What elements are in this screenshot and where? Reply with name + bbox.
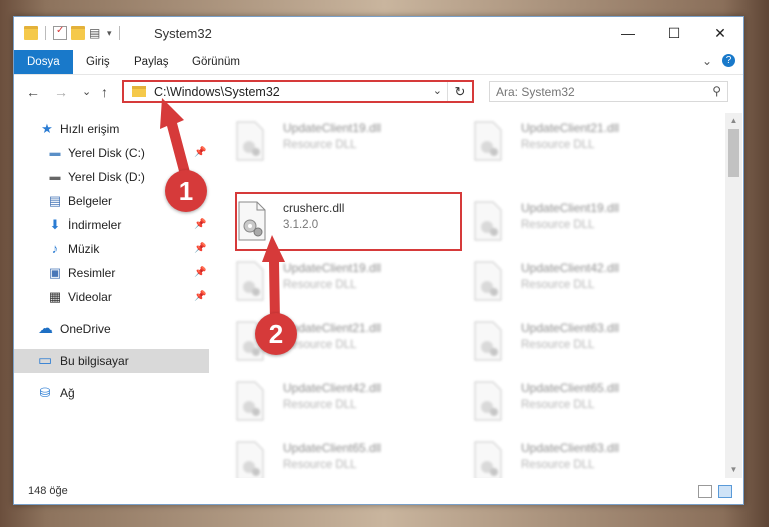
annotation-overlay: [160, 98, 285, 322]
step-marker-1: 1: [165, 170, 207, 212]
arrow-1: [160, 98, 190, 175]
step-marker-2: 2: [255, 313, 297, 355]
arrow-2: [262, 235, 285, 322]
